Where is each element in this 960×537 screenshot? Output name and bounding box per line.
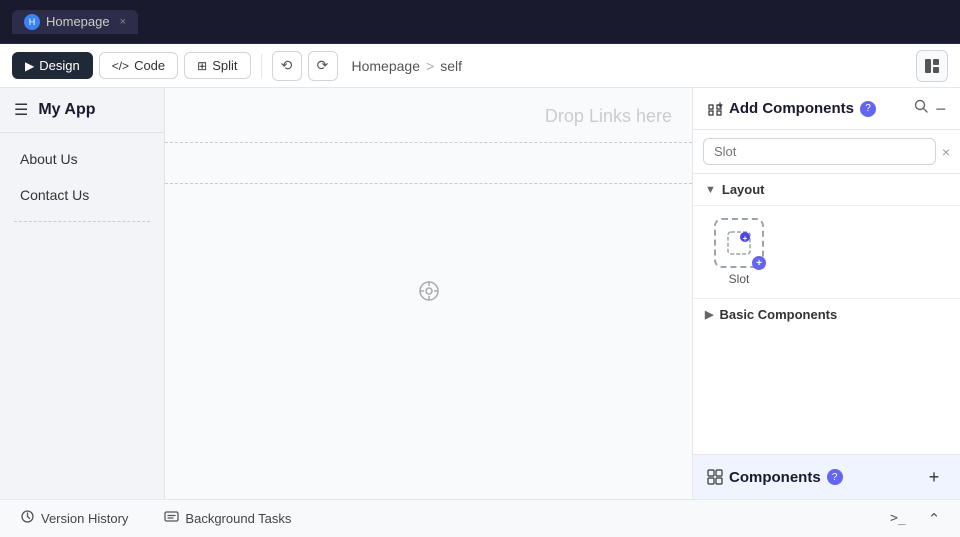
undo-button[interactable]: ⟲ — [272, 51, 302, 81]
basic-section-label: Basic Components — [719, 307, 837, 322]
canvas-drop-zone: Drop Links here — [165, 88, 692, 143]
app-title: My App — [38, 101, 95, 119]
redo-icon: ⟳ — [317, 57, 329, 74]
tab-label: Homepage — [46, 14, 110, 29]
design-icon: ▶ — [25, 59, 34, 73]
components-panel-title: Components — [729, 469, 821, 486]
separator-1 — [261, 54, 262, 78]
components-panel: Components ? + — [693, 454, 960, 499]
background-tasks-button[interactable]: Background Tasks — [156, 505, 299, 532]
split-button[interactable]: ⊞ Split — [184, 52, 250, 79]
left-sidebar: ☰ My App About Us Contact Us — [0, 88, 165, 499]
basic-chevron-icon: ▶ — [705, 308, 713, 321]
app-header: ☰ My App — [0, 88, 164, 133]
component-grid: + + Slot — [693, 206, 960, 299]
canvas-divider — [165, 183, 692, 184]
search-input[interactable]: Slot — [703, 138, 936, 165]
background-tasks-label: Background Tasks — [185, 511, 291, 526]
breadcrumb: Homepage > self — [352, 58, 462, 74]
panel-title: Add Components — [729, 100, 854, 117]
layout-toggle-button[interactable] — [916, 50, 948, 82]
slot-plus-icon: + — [752, 256, 766, 270]
right-panel: Add Components ? − Slot × ▼ Layout + — [692, 88, 960, 499]
breadcrumb-separator: > — [426, 58, 434, 74]
panel-help-button[interactable]: ? — [860, 101, 876, 117]
search-clear-button[interactable]: × — [942, 144, 950, 160]
code-button[interactable]: </> Code — [99, 52, 178, 79]
version-history-label: Version History — [41, 511, 128, 526]
background-tasks-icon — [164, 509, 179, 528]
slot-component[interactable]: + + Slot — [705, 218, 773, 286]
collapse-icon: ⌃ — [928, 510, 941, 528]
panel-search-button[interactable] — [913, 98, 929, 119]
bottom-right-controls: >_ ⌃ — [884, 505, 948, 533]
tab-close-btn[interactable]: × — [120, 16, 126, 28]
panel-close-button[interactable]: − — [935, 100, 946, 118]
breadcrumb-self: self — [440, 58, 462, 74]
layout-section-header[interactable]: ▼ Layout — [693, 174, 960, 206]
panel-empty-space — [693, 330, 960, 454]
layout-section-label: Layout — [722, 182, 765, 197]
search-bar: Slot × — [693, 130, 960, 174]
components-help-button[interactable]: ? — [827, 469, 843, 485]
components-panel-icon — [707, 469, 723, 485]
code-icon: </> — [112, 59, 129, 73]
basic-section-header[interactable]: ▶ Basic Components — [693, 299, 960, 330]
tab-homepage[interactable]: H Homepage × — [12, 10, 138, 34]
slot-label: Slot — [729, 272, 750, 286]
tab-favicon: H — [24, 14, 40, 30]
add-components-icon — [707, 101, 723, 117]
slot-icon-box: + + — [714, 218, 764, 268]
panel-header: Add Components ? − — [693, 88, 960, 130]
sidebar-divider — [14, 221, 150, 222]
layout-icon — [924, 58, 940, 74]
bottom-bar: Version History Background Tasks >_ ⌃ — [0, 499, 960, 537]
canvas-cursor-icon — [417, 279, 441, 309]
svg-text:+: + — [743, 234, 748, 243]
layout-chevron-icon: ▼ — [705, 184, 716, 196]
terminal-button[interactable]: >_ — [884, 505, 912, 533]
components-add-button[interactable]: + — [922, 465, 946, 489]
undo-icon: ⟲ — [281, 57, 293, 74]
split-icon: ⊞ — [197, 59, 207, 73]
hamburger-icon[interactable]: ☰ — [14, 100, 28, 120]
collapse-button[interactable]: ⌃ — [920, 505, 948, 533]
nav-items: About Us Contact Us — [0, 133, 164, 499]
terminal-icon: >_ — [890, 511, 906, 526]
canvas: Drop Links here — [165, 88, 692, 499]
nav-item-contact-us[interactable]: Contact Us — [0, 177, 164, 213]
nav-item-about-us[interactable]: About Us — [0, 141, 164, 177]
version-history-icon — [20, 509, 35, 528]
version-history-button[interactable]: Version History — [12, 505, 136, 532]
breadcrumb-page[interactable]: Homepage — [352, 58, 421, 74]
redo-button[interactable]: ⟳ — [308, 51, 338, 81]
design-button[interactable]: ▶ Design — [12, 52, 93, 79]
